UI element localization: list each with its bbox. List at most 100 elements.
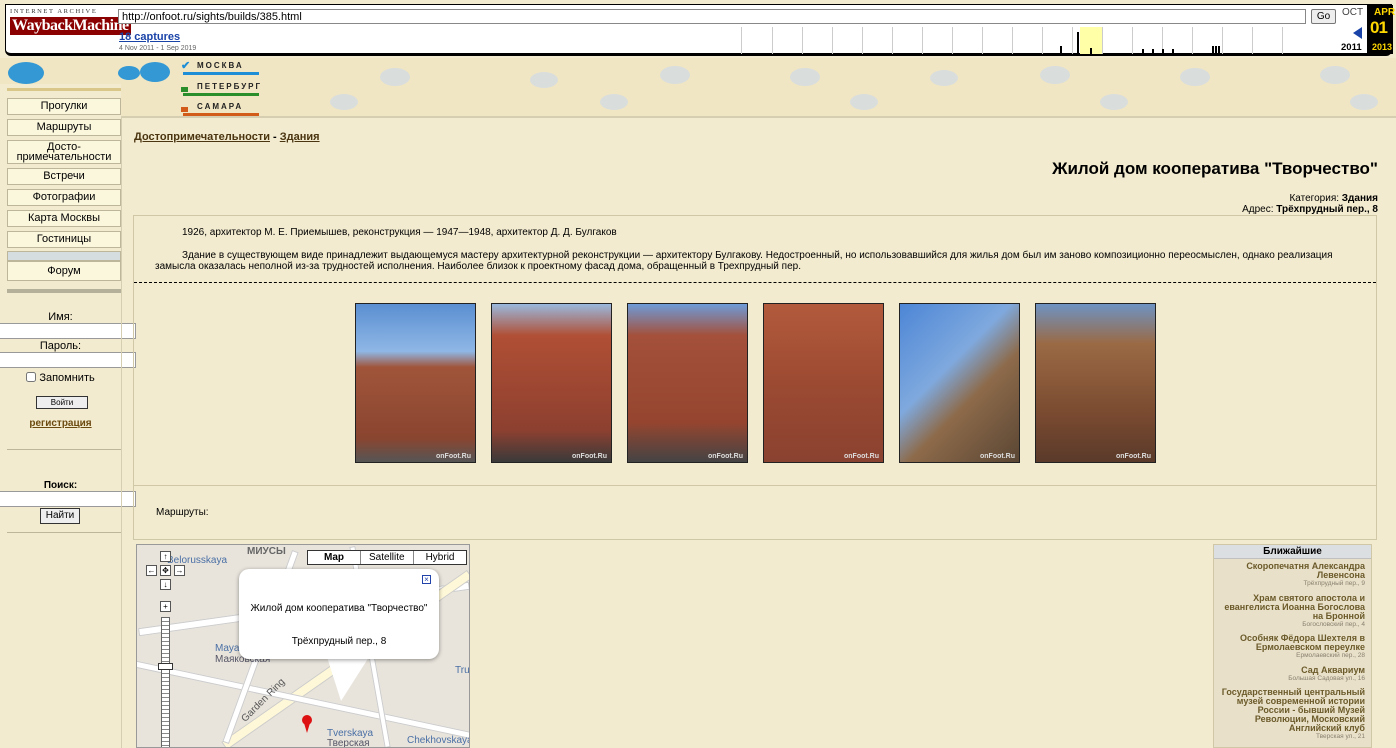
nearby-item[interactable]: Сад Аквариум Большая Садовая ул., 16 [1215,666,1365,683]
timeline-year-divider [802,27,803,54]
timeline-year-divider [1012,27,1013,54]
timeline-year-divider [892,27,893,54]
timeline-year-divider [952,27,953,54]
map-zoom-handle[interactable] [158,663,173,670]
map-type-map[interactable]: Map [308,551,361,564]
wayback-logo-main: WaybackMachine [10,17,131,35]
nav-forum[interactable]: Форум [7,261,121,281]
footprint-icon [850,94,878,110]
wayback-go-button[interactable]: Go [1311,9,1336,24]
wayback-current-day: 01 [1370,18,1388,37]
search-input[interactable] [0,491,136,507]
timeline-year-divider [1132,27,1133,54]
login-name-input[interactable] [0,323,136,339]
timeline-year-divider [1252,27,1253,54]
wayback-logo[interactable]: INTERNET ARCHIVE WaybackMachine [10,8,131,52]
nav-sights[interactable]: Досто-примечательности [7,140,121,164]
photo-thumbnail[interactable]: onFoot.Ru [763,303,884,463]
timeline-year-divider [1042,27,1043,54]
search-label: Поиск: [43,480,78,491]
city-link-moscow[interactable]: ✔ МОСКВА [181,60,259,75]
category-value: Здания [1341,193,1378,204]
timeline-capture-bar[interactable] [1162,49,1164,54]
nav-walks[interactable]: Прогулки [7,98,121,115]
nearby-item[interactable]: Скоропечатня Александра Левенсона Трёхпр… [1215,562,1365,588]
map-zoom-slider[interactable] [161,617,170,747]
timeline-capture-bar[interactable] [1142,49,1144,54]
nearby-item[interactable]: Особняк Фёдора Шехтеля в Ермолаевском пе… [1215,634,1365,660]
breadcrumb-sights-link[interactable]: Достопримечательности [134,131,270,143]
nav-meetings[interactable]: Встречи [7,168,121,185]
timeline-capture-bar[interactable] [1212,46,1214,54]
wayback-prev-month[interactable]: OCT [1342,7,1363,18]
photo-thumbnail[interactable]: onFoot.Ru [491,303,612,463]
wayback-prev-year[interactable]: 2011 [1341,42,1362,53]
prev-capture-arrow-icon[interactable] [1353,27,1362,39]
search-button[interactable]: Найти [40,508,80,524]
page-title: Жилой дом кооператива "Творчество" [1052,159,1378,178]
city-link-samara[interactable]: САМАРА [181,102,259,116]
google-map[interactable]: МИУСЫ Belorusskaya Mayakovskaya Маяковск… [136,544,470,748]
footprint-icon [790,68,820,86]
timeline-year-divider [1192,27,1193,54]
map-pan-down-icon[interactable]: ↓ [160,579,171,590]
timeline-year-divider [922,27,923,54]
info-window-address: Трёхпрудный пер., 8 [291,636,387,647]
nav-routes[interactable]: Маршруты [7,119,121,136]
city-link-peterburg[interactable]: ПЕТЕРБУРГ [181,82,262,96]
map-pan-left-icon[interactable]: ← [146,565,157,576]
site-header: ✔ МОСКВА ПЕТЕРБУРГ САМАРА [0,58,1396,116]
wayback-captures-link[interactable]: 18 captures [119,31,180,43]
nav-moscow-map[interactable]: Карта Москвы [7,210,121,227]
map-type-satellite[interactable]: Satellite [361,551,414,564]
footprint-icon [330,94,358,110]
checkmark-icon: ✔ [181,60,193,72]
wayback-current-month: APR [1374,7,1396,18]
wayback-url-input[interactable] [118,9,1306,24]
login-button[interactable]: Войти [36,396,88,409]
breadcrumb: Достопримечательности - Здания [134,131,320,143]
timeline-capture-bar[interactable] [1152,49,1154,54]
timeline-year-divider [832,27,833,54]
photo-thumbnail[interactable]: onFoot.Ru [355,303,476,463]
timeline-capture-bar[interactable] [1172,49,1174,54]
map-center-icon[interactable]: ✥ [160,565,171,576]
remember-checkbox[interactable] [26,372,37,382]
map-pan-right-icon[interactable]: → [174,565,185,576]
wayback-timeline[interactable] [741,27,1307,54]
footprint-icon [1320,66,1350,84]
wayback-current-year: 2013 [1372,42,1393,52]
login-password-input[interactable] [0,352,136,368]
photo-thumbnail[interactable]: onFoot.Ru [1035,303,1156,463]
timeline-capture-bar[interactable] [1060,46,1062,54]
timeline-year-divider [1102,27,1103,54]
timeline-capture-bar[interactable] [1218,46,1220,54]
routes-label: Маршруты: [156,507,209,518]
timeline-capture-bar[interactable] [1077,32,1079,54]
nav-photos[interactable]: Фотографии [7,189,121,206]
map-label: Chekhovskaya [407,735,470,746]
nearby-item[interactable]: Государственный центральный музей соврем… [1215,688,1365,741]
timeline-capture-bar[interactable] [1090,48,1092,54]
map-zoom-in-icon[interactable]: + [160,601,171,612]
photo-thumbnail[interactable]: onFoot.Ru [627,303,748,463]
footprint-icon [380,68,410,86]
timeline-capture-bar[interactable] [1215,46,1217,54]
remember-label: Запомнить [39,372,95,384]
nav-hotels[interactable]: Гостиницы [7,231,121,248]
footprint-icon [118,66,140,80]
photo-thumbnail[interactable]: onFoot.Ru [899,303,1020,463]
address-value: Трёхпрудный пер., 8 [1276,204,1378,215]
map-type-hybrid[interactable]: Hybrid [414,551,467,564]
map-label: МИУСЫ [247,546,286,557]
sidebar: Прогулки Маршруты Досто-примечательности… [0,84,136,748]
breadcrumb-buildings-link[interactable]: Здания [280,131,320,143]
close-icon[interactable]: × [422,575,431,584]
map-label: Тверская [327,738,370,748]
nearby-item[interactable]: Храм святого апостола и евангелиста Иоан… [1215,594,1365,629]
footprint-icon [8,62,44,84]
address-line: Адрес: Трёхпрудный пер., 8 [1242,204,1378,215]
register-link[interactable]: регистрация [0,418,121,429]
map-pan-up-icon[interactable]: ↑ [160,551,171,562]
category-line: Категория: Здания [1289,193,1378,204]
